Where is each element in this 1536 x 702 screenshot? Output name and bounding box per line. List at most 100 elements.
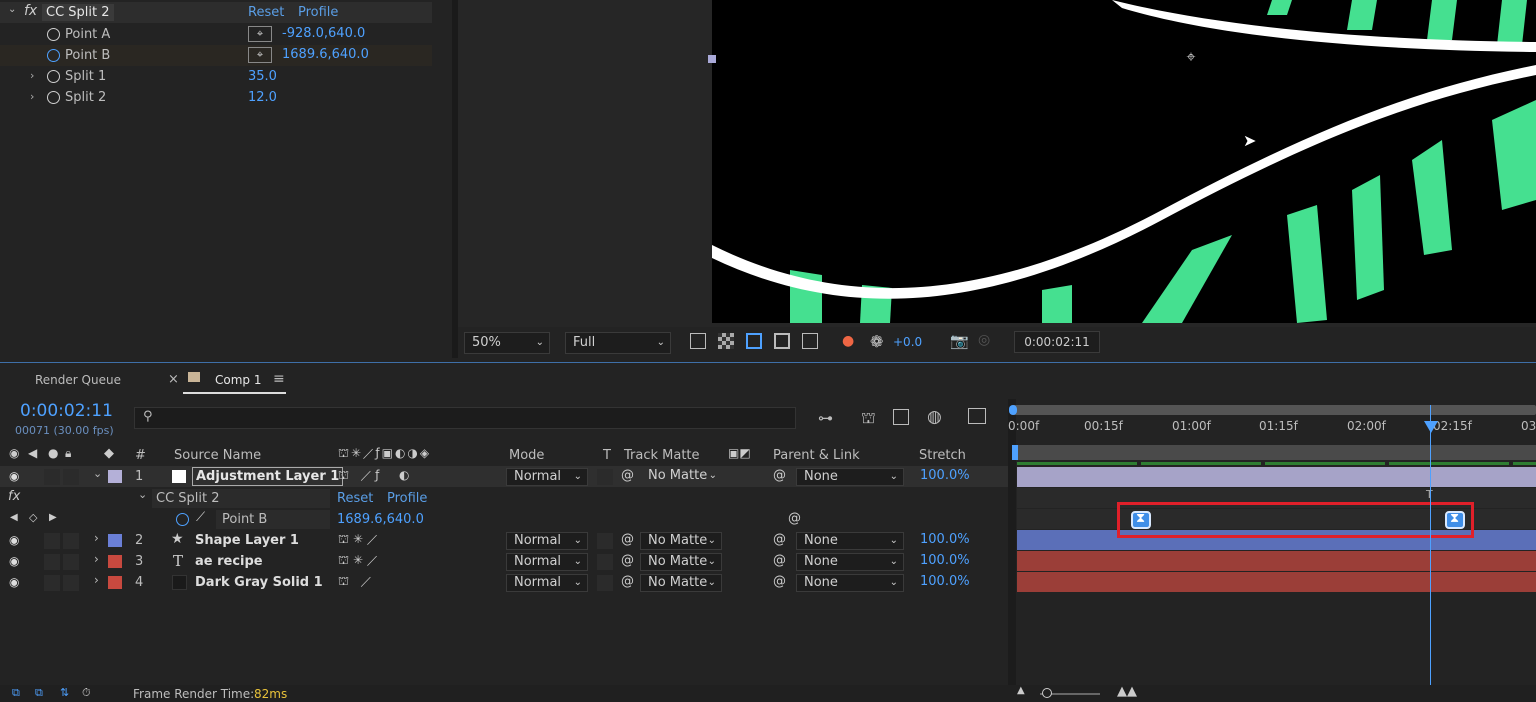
hash-header[interactable]: # (135, 448, 146, 463)
fast-preview-icon[interactable] (690, 333, 706, 349)
stopwatch-icon[interactable] (47, 28, 60, 41)
mode-dropdown[interactable]: Normal ⌄ (506, 574, 588, 592)
prev-keyframe-icon[interactable]: ◀ (10, 512, 18, 523)
chevron-right-icon[interactable]: › (94, 552, 99, 566)
chevron-down-icon[interactable]: ⌄ (8, 4, 16, 15)
current-time[interactable]: 0:00:02:11 (20, 401, 113, 421)
zoom-out-icon[interactable]: ▲ (1017, 685, 1025, 696)
modes-toggle-icon[interactable]: ⧉ (35, 686, 43, 700)
lock-box[interactable] (63, 575, 79, 591)
anchor-point-icon[interactable]: ⌖ (1182, 48, 1200, 66)
eye-icon[interactable]: ◉ (9, 469, 19, 483)
stretch-value[interactable]: 100.0% (920, 468, 970, 483)
track-matte-dropdown[interactable]: No Matte ⌄ (640, 468, 722, 486)
lock-icon[interactable]: 🔒︎ (65, 446, 71, 461)
label-tag-icon[interactable]: ◆ (104, 446, 114, 461)
in-out-toggle-icon[interactable]: ⇅ (60, 686, 69, 699)
expression-pickwhip-icon[interactable]: @ (788, 511, 801, 526)
transparency-grid-icon[interactable] (718, 333, 734, 349)
reset-link[interactable]: Reset (248, 5, 284, 20)
prop-value[interactable]: -928.0,640.0 (282, 26, 365, 41)
layer-handle[interactable] (708, 55, 716, 63)
mode-dropdown[interactable]: Normal ⌄ (506, 468, 588, 486)
stopwatch-icon[interactable] (47, 91, 60, 104)
grid-guides-icon[interactable] (802, 333, 818, 349)
current-time-indicator[interactable] (1430, 405, 1431, 685)
reset-link[interactable]: Reset (337, 491, 373, 506)
label-color-swatch[interactable] (108, 470, 122, 483)
stretch-value[interactable]: 100.0% (920, 574, 970, 589)
layer-name[interactable]: Shape Layer 1 (195, 533, 299, 548)
prop-value[interactable]: 35.0 (248, 69, 277, 84)
matte-spiral-icon[interactable]: @ (621, 532, 634, 547)
lock-box[interactable] (63, 554, 79, 570)
zoom-slider-knob[interactable] (1042, 688, 1052, 698)
matte-spiral-icon[interactable]: @ (621, 574, 634, 589)
channels-icon[interactable]: ● (842, 333, 854, 349)
mode-header[interactable]: Mode (509, 448, 544, 463)
layer-row[interactable]: ◉ › 3 T ae recipe ⛫✳⟋ Normal ⌄ @ No Matte… (0, 551, 1008, 572)
layer-switches-toggle-icon[interactable]: ⧉ (12, 686, 20, 700)
mask-path-icon[interactable] (746, 333, 762, 349)
track-matte-dropdown[interactable]: No Matte ⌄ (640, 553, 722, 571)
add-keyframe-icon[interactable]: ◇ (29, 511, 37, 524)
comp-canvas[interactable]: ⌖ ➤ (712, 0, 1536, 323)
stretch-value[interactable]: 100.0% (920, 532, 970, 547)
show-snapshot-icon[interactable]: ◎ (978, 332, 990, 348)
tab-menu-icon[interactable]: ≡ (273, 371, 285, 387)
next-keyframe-icon[interactable]: ▶ (49, 512, 57, 523)
audio-icon[interactable]: ◀ (28, 446, 37, 460)
pickwhip-icon[interactable]: @ (773, 553, 786, 568)
graph-editor-icon[interactable] (968, 408, 986, 424)
eye-icon[interactable]: ◉ (9, 446, 19, 460)
label-color-swatch[interactable] (108, 534, 122, 547)
composition-flowchart-icon[interactable]: ⊶ (818, 409, 833, 427)
solo-box[interactable] (44, 575, 60, 591)
layer-name[interactable]: ae recipe (195, 554, 263, 569)
composition-viewer[interactable]: ⌖ ➤ 50% ⌄ Full ⌄ ● ❁ +0.0 📷 ◎ 0:00:02:11 (458, 0, 1536, 358)
exposure-value[interactable]: +0.0 (893, 335, 922, 349)
parent-dropdown[interactable]: None ⌄ (796, 574, 904, 592)
resolution-dropdown[interactable]: Full ⌄ (565, 332, 671, 354)
layer-bar-adjustment[interactable] (1017, 467, 1536, 487)
layer-bar-solid[interactable] (1017, 572, 1536, 592)
parent-link-header[interactable]: Parent & Link (773, 448, 860, 463)
mode-dropdown[interactable]: Normal ⌄ (506, 553, 588, 571)
preserve-transparency-box[interactable] (597, 554, 613, 570)
pickwhip-icon[interactable]: @ (773, 468, 786, 483)
camera-icon[interactable]: 📷 (950, 332, 969, 350)
tab-render-queue[interactable]: Render Queue (35, 373, 121, 387)
track-matte-dropdown[interactable]: No Matte ⌄ (640, 532, 722, 550)
viewer-timecode[interactable]: 0:00:02:11 (1014, 331, 1100, 353)
work-area-start[interactable] (1012, 445, 1018, 460)
stopwatch-icon[interactable] (47, 70, 60, 83)
label-color-swatch[interactable] (108, 555, 122, 568)
chevron-down-icon[interactable]: ⌄ (138, 488, 147, 501)
layer-row[interactable]: ◉ › 4 Dark Gray Solid 1 ⛫ ⟋ Normal ⌄ @ No… (0, 572, 1008, 593)
search-input[interactable]: ⚲ (134, 407, 796, 429)
render-time-toggle-icon[interactable]: ⏱ (82, 686, 91, 700)
prop-value[interactable]: 12.0 (248, 90, 277, 105)
switches-icons[interactable]: ⛫✳⟋ (338, 553, 381, 569)
shy-layers-icon[interactable]: ⛫ (861, 408, 876, 429)
color-management-icon[interactable]: ❁ (870, 332, 883, 351)
zoom-dropdown[interactable]: 50% ⌄ (464, 332, 550, 354)
stopwatch-icon[interactable] (47, 49, 60, 62)
effect-name[interactable]: CC Split 2 (152, 489, 330, 508)
switches-icons[interactable]: ⛫ ⟋ƒ ◐ (338, 468, 413, 484)
chevron-right-icon[interactable]: › (94, 531, 99, 545)
stretch-value[interactable]: 100.0% (920, 553, 970, 568)
work-area-bar[interactable] (1017, 445, 1536, 460)
profile-link[interactable]: Profile (387, 491, 427, 506)
layer-row[interactable]: ◉ ⌄ 1 Adjustment Layer 1 ⛫ ⟋ƒ ◐ Normal ⌄ … (0, 466, 1008, 487)
time-navigator[interactable] (1012, 405, 1536, 415)
chevron-right-icon[interactable]: › (94, 573, 99, 587)
chevron-right-icon[interactable]: › (30, 90, 34, 103)
crosshair-icon[interactable]: ⌖ (248, 47, 272, 63)
preserve-transparency-box[interactable] (597, 533, 613, 549)
tab-comp-1[interactable]: Comp 1 (215, 373, 261, 387)
matte-switch-icons[interactable]: ▣◩ (728, 446, 751, 460)
eye-icon[interactable]: ◉ (9, 533, 19, 547)
fx-icon[interactable]: fx (24, 3, 37, 19)
mode-dropdown[interactable]: Normal ⌄ (506, 532, 588, 550)
